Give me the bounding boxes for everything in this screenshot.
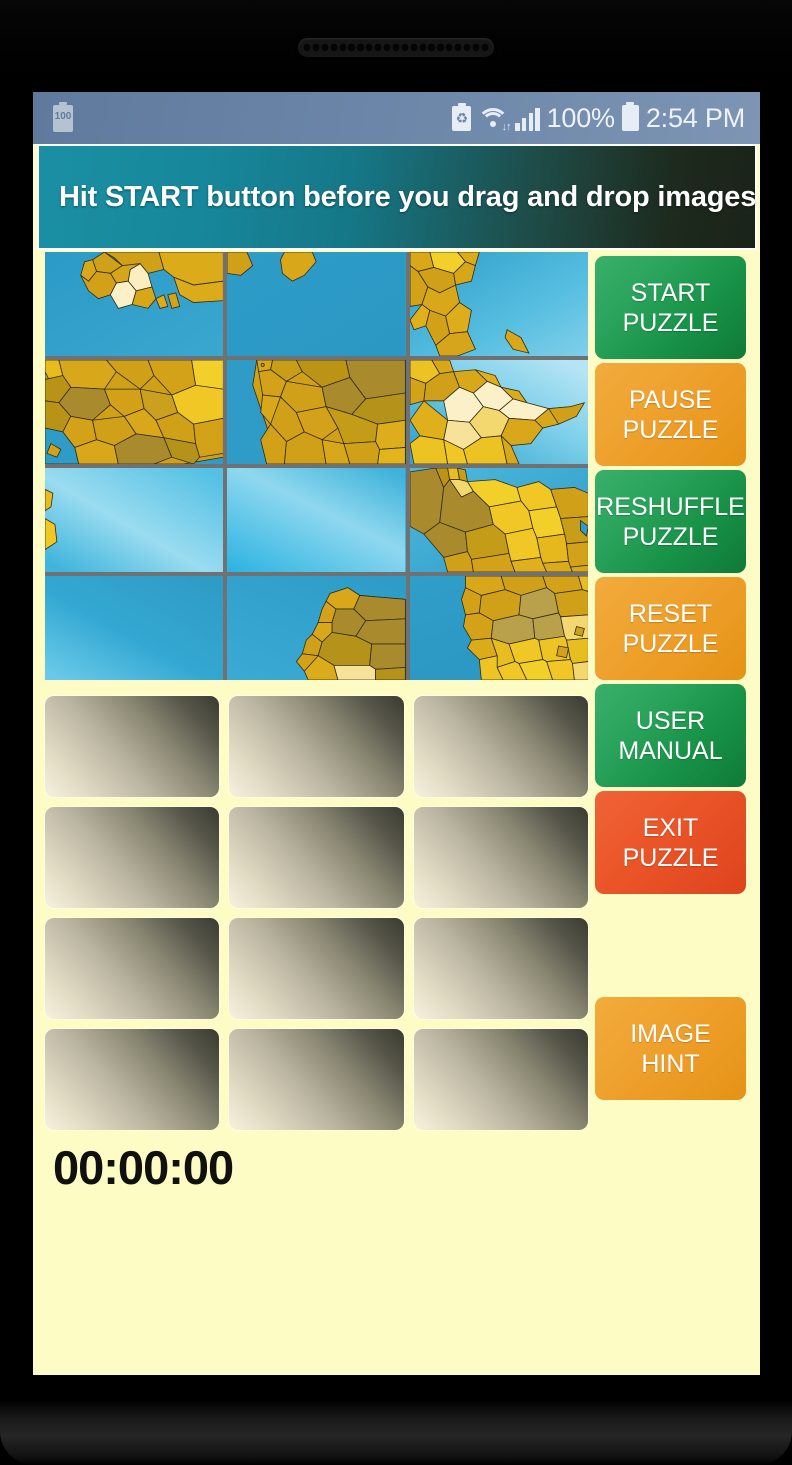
empty-drop-slot[interactable] xyxy=(229,1029,404,1130)
user-manual-button-line2: MANUAL xyxy=(618,736,723,765)
empty-drop-slot[interactable] xyxy=(413,1029,588,1130)
puzzle-tile[interactable] xyxy=(409,360,588,464)
empty-drop-slot[interactable] xyxy=(229,918,404,1019)
image-hint-button-line2: HINT xyxy=(641,1049,700,1078)
pause-puzzle-button-line1: PAUSE xyxy=(629,385,712,414)
exit-puzzle-button-line1: EXIT xyxy=(642,813,699,842)
puzzle-tile[interactable] xyxy=(227,252,406,356)
user-manual-button-line1: USER xyxy=(635,706,706,735)
image-hint-button[interactable]: IMAGE HINT xyxy=(595,997,746,1100)
empty-drop-slot[interactable] xyxy=(413,696,588,797)
pause-puzzle-button-line2: PUZZLE xyxy=(622,415,719,444)
battery-100-icon: 100 xyxy=(53,101,73,132)
empty-drop-slot[interactable] xyxy=(45,1029,220,1130)
reshuffle-puzzle-button[interactable]: RESHUFFLE PUZZLE xyxy=(595,470,746,573)
image-hint-button-line1: IMAGE xyxy=(630,1019,711,1048)
status-bar-right-group: ♻ ↓↑ 100% 2:54 PM xyxy=(452,102,745,134)
speaker-hole xyxy=(320,43,329,52)
speaker-hole xyxy=(347,43,356,52)
puzzle-tile[interactable] xyxy=(227,360,406,464)
puzzle-tile[interactable] xyxy=(227,468,406,572)
reshuffle-puzzle-button-line1: RESHUFFLE xyxy=(596,492,745,521)
status-bar-left-group: 100 xyxy=(53,101,73,132)
speaker-hole xyxy=(463,43,472,52)
speaker-hole xyxy=(338,43,347,52)
wifi-transfer-glyph: ↓↑ xyxy=(501,120,511,133)
instruction-banner: Hit START button before you drag and dro… xyxy=(37,144,757,250)
puzzle-tile[interactable] xyxy=(45,576,224,680)
reset-puzzle-button-line1: RESET xyxy=(628,599,713,628)
exit-puzzle-button[interactable]: EXIT PUZZLE xyxy=(595,791,746,894)
puzzle-work-area: 00:00:00 START PUZZLE PAUSE PUZZLE RESHU… xyxy=(33,252,760,1375)
puzzle-tile[interactable] xyxy=(409,252,588,356)
device-top-bezel xyxy=(0,0,792,92)
speaker-hole xyxy=(409,43,418,52)
speaker-hole xyxy=(374,43,383,52)
user-manual-button[interactable]: USER MANUAL xyxy=(595,684,746,787)
clock-label: 2:54 PM xyxy=(645,102,745,133)
puzzle-timer: 00:00:00 xyxy=(53,1141,234,1194)
puzzle-tile[interactable] xyxy=(45,360,224,464)
speaker-hole xyxy=(365,43,374,52)
reset-puzzle-button[interactable]: RESET PUZZLE xyxy=(595,577,746,680)
start-puzzle-button-line1: START xyxy=(630,278,711,307)
empty-drop-slot[interactable] xyxy=(229,807,404,908)
battery-saver-recycle-icon: ♻ xyxy=(452,102,472,131)
speaker-hole xyxy=(383,43,392,52)
phone-screen: 100 ♻ ↓↑ 100% 2:54 PM Hit START button b… xyxy=(33,92,760,1375)
puzzle-source-board[interactable] xyxy=(45,252,588,680)
puzzle-drop-grid[interactable] xyxy=(45,696,588,1130)
speaker-hole xyxy=(454,43,463,52)
start-puzzle-button[interactable]: START PUZZLE xyxy=(595,256,746,359)
start-puzzle-button-line2: PUZZLE xyxy=(622,308,719,337)
reshuffle-puzzle-button-line2: PUZZLE xyxy=(622,522,719,551)
speaker-hole xyxy=(400,43,409,52)
empty-drop-slot[interactable] xyxy=(45,696,220,797)
puzzle-tile[interactable] xyxy=(45,468,224,572)
instruction-banner-text: Hit START button before you drag and dro… xyxy=(59,180,757,213)
speaker-hole xyxy=(303,43,312,52)
speaker-hole xyxy=(356,43,365,52)
earpiece-speaker-grille xyxy=(298,38,494,57)
exit-puzzle-button-line2: PUZZLE xyxy=(622,843,719,872)
android-status-bar: 100 ♻ ↓↑ 100% 2:54 PM xyxy=(33,92,760,144)
puzzle-tile[interactable] xyxy=(409,576,588,680)
speaker-hole xyxy=(418,43,427,52)
reset-puzzle-button-line2: PUZZLE xyxy=(622,629,719,658)
puzzle-tile[interactable] xyxy=(227,576,406,680)
speaker-hole xyxy=(329,43,338,52)
phone-device-frame: 100 ♻ ↓↑ 100% 2:54 PM Hit START button b… xyxy=(0,0,792,1465)
speaker-hole xyxy=(480,43,489,52)
device-bottom-bezel xyxy=(0,1400,792,1465)
speaker-hole xyxy=(427,43,436,52)
empty-drop-slot[interactable] xyxy=(45,807,220,908)
empty-drop-slot[interactable] xyxy=(229,696,404,797)
battery-badge-value: 100 xyxy=(54,110,72,122)
pause-puzzle-button[interactable]: PAUSE PUZZLE xyxy=(595,363,746,466)
speaker-hole xyxy=(445,43,454,52)
speaker-hole xyxy=(436,43,445,52)
puzzle-tile[interactable] xyxy=(45,252,224,356)
battery-percent-label: 100% xyxy=(546,102,615,133)
wifi-icon: ↓↑ xyxy=(477,106,511,133)
puzzle-tile[interactable] xyxy=(409,468,588,572)
puzzle-button-column: START PUZZLE PAUSE PUZZLE RESHUFFLE PUZZ… xyxy=(593,252,748,1375)
empty-drop-slot[interactable] xyxy=(45,918,220,1019)
signal-bars-icon xyxy=(515,106,540,131)
battery-full-icon xyxy=(621,102,639,131)
speaker-hole xyxy=(471,43,481,52)
speaker-hole xyxy=(391,43,401,52)
empty-drop-slot[interactable] xyxy=(413,918,588,1019)
empty-drop-slot[interactable] xyxy=(413,807,588,908)
speaker-hole xyxy=(311,43,321,52)
